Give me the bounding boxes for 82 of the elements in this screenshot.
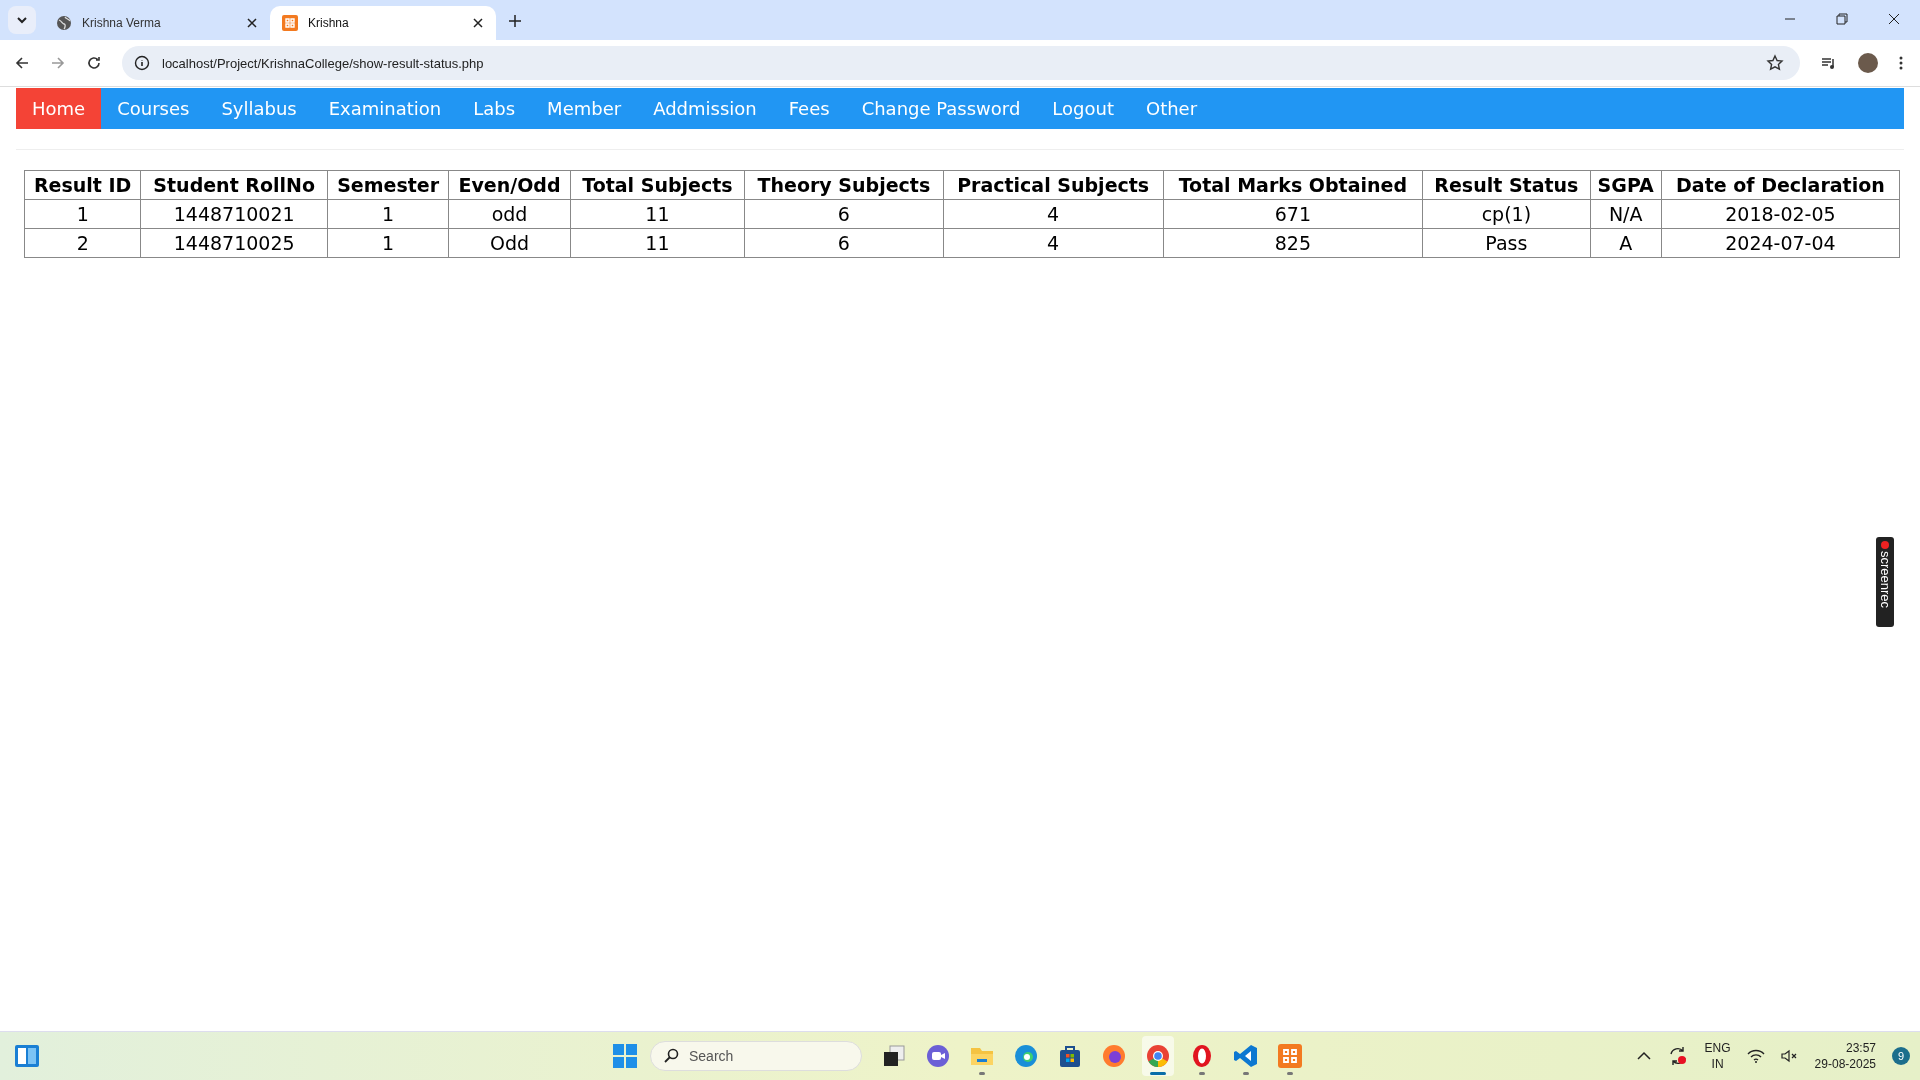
- nav-link[interactable]: Fees: [772, 88, 846, 129]
- nav-link[interactable]: Logout: [1036, 88, 1130, 129]
- recorder-tab[interactable]: screenrec: [1876, 537, 1894, 627]
- table-cell: 2: [24, 228, 141, 258]
- table-cell: A: [1590, 228, 1662, 258]
- app-icon: [1233, 1043, 1259, 1069]
- column-header: Result Status: [1422, 170, 1591, 200]
- column-header: Total Subjects: [570, 170, 745, 200]
- table-cell: odd: [448, 199, 571, 229]
- column-header: Student RollNo: [140, 170, 328, 200]
- table-cell: 6: [744, 228, 944, 258]
- nav-link[interactable]: Other: [1130, 88, 1214, 129]
- table-cell: 2024-07-04: [1661, 228, 1900, 258]
- app-icon: [1057, 1043, 1083, 1069]
- search-icon: [663, 1048, 679, 1064]
- column-header: Practical Subjects: [943, 170, 1164, 200]
- nav-link[interactable]: Syllabus: [205, 88, 313, 129]
- browser-tab[interactable]: Krishna: [270, 6, 496, 40]
- table-cell: 1448710025: [140, 228, 328, 258]
- column-header: SGPA: [1590, 170, 1662, 200]
- app-icon: [1277, 1043, 1303, 1069]
- clock[interactable]: 23:57 29-08-2025: [1814, 1040, 1876, 1072]
- nav-link[interactable]: Labs: [457, 88, 532, 129]
- column-header: Total Marks Obtained: [1163, 170, 1423, 200]
- table-cell: 4: [943, 199, 1164, 229]
- reload-icon[interactable]: [86, 55, 102, 71]
- app-icon: [881, 1043, 907, 1069]
- table-cell: 2018-02-05: [1661, 199, 1900, 229]
- notification-badge[interactable]: 9: [1892, 1047, 1910, 1065]
- nav-link[interactable]: Change Password: [845, 88, 1037, 129]
- nav-link[interactable]: Courses: [101, 88, 206, 129]
- restore-icon[interactable]: [1836, 13, 1848, 25]
- app-icon: [1013, 1043, 1039, 1069]
- nav-link[interactable]: Examination: [312, 88, 458, 129]
- app-logo-icon: [282, 15, 298, 31]
- nav-link[interactable]: Member: [531, 88, 638, 129]
- table-cell: 4: [943, 228, 1164, 258]
- browser-icon: [1145, 1043, 1171, 1069]
- close-icon[interactable]: [1888, 13, 1900, 25]
- table-cell: 825: [1163, 228, 1423, 258]
- taskbar-search-field[interactable]: Search: [650, 1041, 862, 1071]
- chevron-down-icon: [16, 14, 28, 26]
- nav-link[interactable]: Addmission: [637, 88, 773, 129]
- table-cell: 6: [744, 199, 944, 229]
- column-header: Result ID: [24, 170, 141, 200]
- wifi-icon[interactable]: [1746, 1049, 1765, 1063]
- start-icon[interactable]: [612, 1043, 638, 1069]
- tab-list-button[interactable]: [8, 6, 36, 34]
- muted-speaker-icon[interactable]: [1780, 1049, 1799, 1063]
- nav-link[interactable]: Home: [16, 88, 102, 129]
- table-cell: 1: [24, 199, 141, 229]
- table-cell: Odd: [448, 228, 571, 258]
- star-icon[interactable]: [1766, 54, 1784, 72]
- close-icon[interactable]: [246, 17, 258, 29]
- table-cell: 1: [327, 228, 449, 258]
- chevron-up-icon[interactable]: [1636, 1051, 1651, 1061]
- close-icon[interactable]: [472, 17, 484, 29]
- widgets-icon[interactable]: [14, 1044, 40, 1068]
- table-cell: 671: [1163, 199, 1423, 229]
- column-header: Theory Subjects: [744, 170, 944, 200]
- app-icon: [925, 1043, 951, 1069]
- table-cell: 11: [570, 199, 745, 229]
- menu-icon[interactable]: [1898, 55, 1904, 71]
- globe-icon: [56, 15, 72, 31]
- new-tab-icon[interactable]: [508, 14, 522, 28]
- table-cell: 1448710021: [140, 199, 328, 229]
- forward-icon[interactable]: [50, 55, 66, 71]
- info-icon: [134, 55, 150, 71]
- app-icon: [1101, 1043, 1127, 1069]
- profile-avatar[interactable]: [1858, 53, 1878, 73]
- column-header: Even/Odd: [448, 170, 571, 200]
- table-cell: 11: [570, 228, 745, 258]
- back-icon[interactable]: [14, 55, 30, 71]
- column-header: Date of Declaration: [1661, 170, 1900, 200]
- address-bar[interactable]: localhost/Project/KrishnaCollege/show-result-status.php: [122, 46, 1800, 80]
- table-cell: N/A: [1590, 199, 1662, 229]
- column-header: Semester: [327, 170, 449, 200]
- table-cell: 1: [327, 199, 449, 229]
- table-cell: Pass: [1422, 228, 1591, 258]
- language-indicator[interactable]: ENG IN: [1704, 1040, 1731, 1072]
- browser-tab[interactable]: Krishna Verma: [44, 6, 270, 40]
- table-cell: cp(1): [1422, 199, 1591, 229]
